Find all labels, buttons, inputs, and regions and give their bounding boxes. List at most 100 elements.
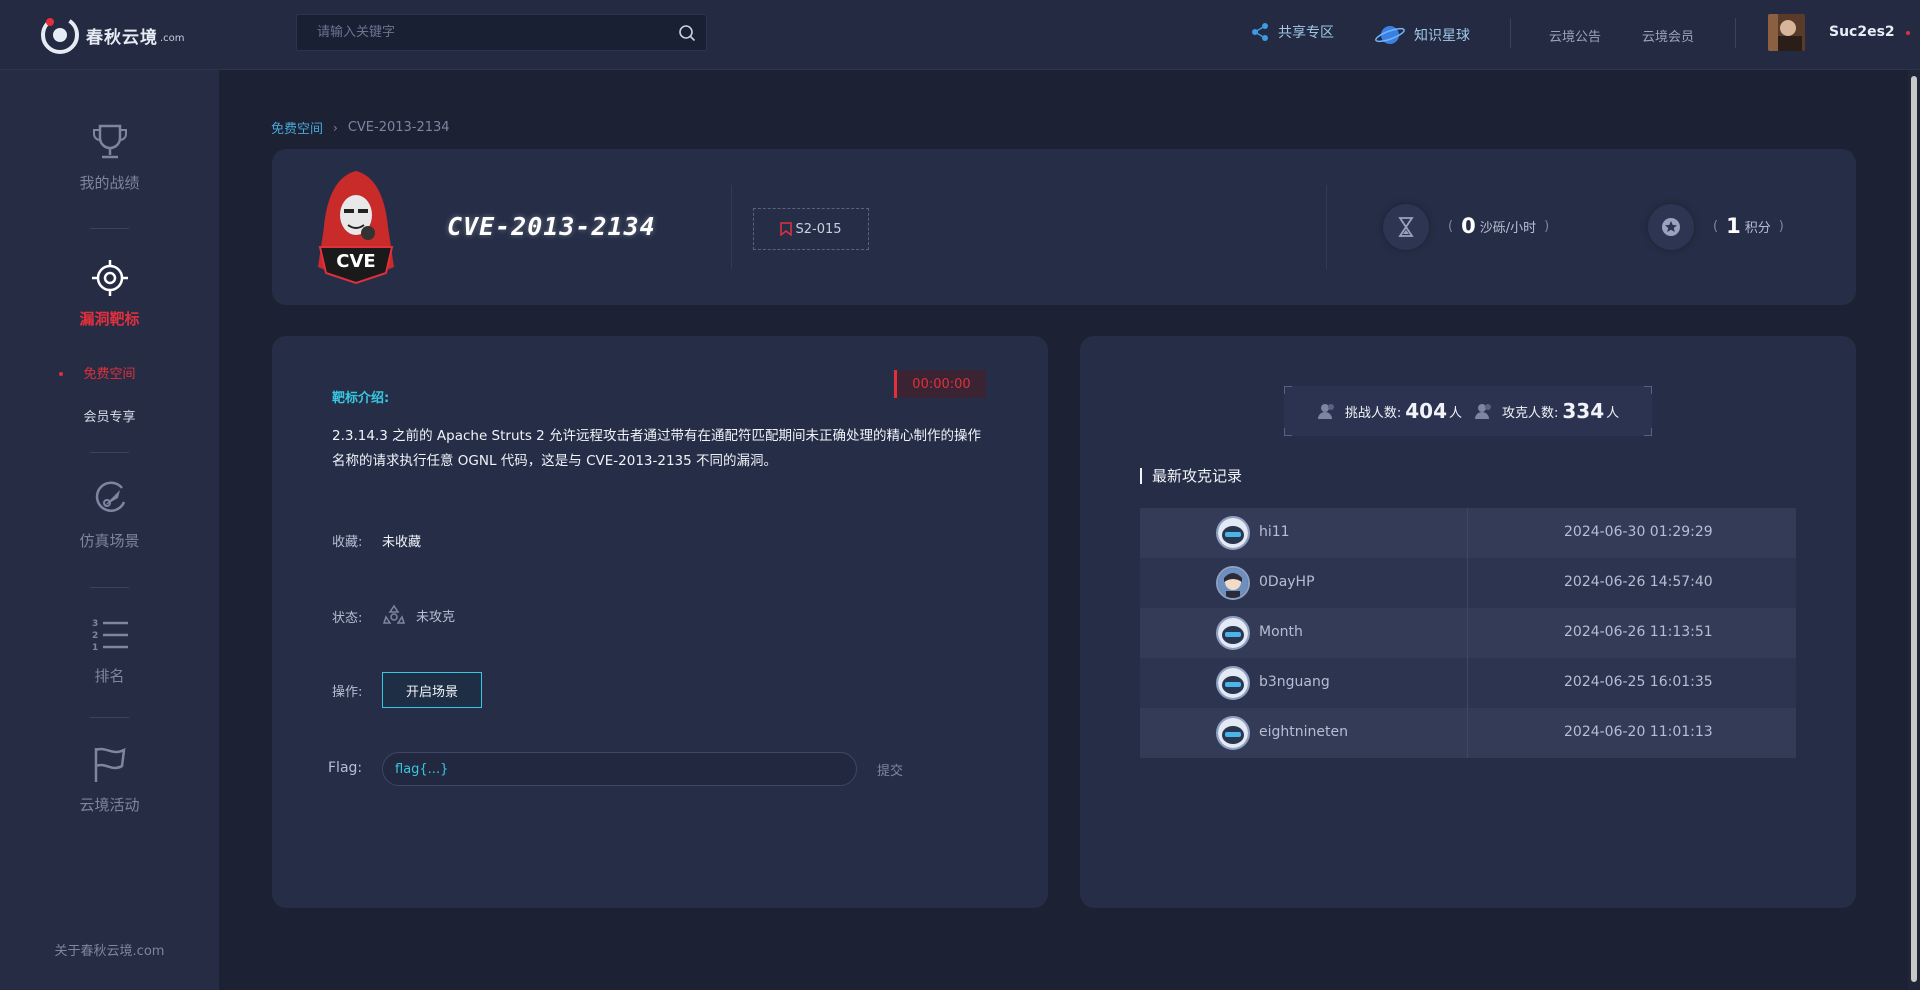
flag-input[interactable] — [382, 752, 857, 786]
hourglass-icon — [1398, 217, 1414, 237]
sidebar-item-events[interactable]: 云境活动 — [0, 744, 219, 815]
intro-label: 靶标介绍: — [332, 391, 390, 406]
planet-icon — [1375, 26, 1405, 44]
header-card-divider — [731, 185, 732, 269]
table-row[interactable]: b3nguang 2024-06-25 16:01:35 — [1140, 658, 1796, 708]
table-row[interactable]: 0DayHP 2024-06-26 14:57:40 — [1140, 558, 1796, 608]
challengers-value: 404 — [1405, 399, 1447, 423]
search-input[interactable] — [297, 15, 706, 50]
sub-label-member-only: 会员专享 — [83, 410, 136, 425]
paren-open: ( — [1713, 218, 1719, 234]
records-title: 最新攻克记录 — [1140, 468, 1242, 484]
avatar — [1216, 616, 1250, 650]
paren-close: ) — [1778, 218, 1784, 234]
conquerors-label: 攻克人数: — [1502, 405, 1559, 421]
recycle-icon — [382, 604, 406, 624]
records-table: hi11 2024-06-30 01:29:29 0DayHP 2024-06-… — [1140, 508, 1796, 758]
username[interactable]: Suc2es2 — [1829, 24, 1895, 40]
target-title: CVE-2013-2134 — [447, 212, 656, 241]
target-tag-label: S2-015 — [795, 221, 842, 237]
column-divider — [1467, 558, 1468, 608]
scrollbar-thumb[interactable] — [1911, 76, 1917, 982]
ranking-list-icon: 3 2 1 — [92, 619, 128, 653]
sand-stat-badge — [1383, 204, 1429, 250]
record-time: 2024-06-20 11:01:13 — [1564, 724, 1713, 740]
sidebar-footer-about[interactable]: 关于春秋云境.com — [0, 940, 219, 959]
start-scene-button[interactable]: 开启场景 — [382, 672, 482, 708]
sidebar-item-records[interactable]: 我的战绩 — [0, 122, 219, 193]
record-time: 2024-06-25 16:01:35 — [1564, 674, 1713, 690]
avatar — [1216, 566, 1250, 600]
target-icon — [91, 260, 128, 296]
sidebar-sub-free-space[interactable]: 免费空间 — [0, 363, 219, 382]
sand-stat: ( 0 沙砾/小时 ) — [1440, 214, 1557, 238]
robot-avatar-icon — [1218, 668, 1248, 698]
sand-value: 0 — [1461, 214, 1476, 238]
target-header-card: CVE CVE-2013-2134 S2-015 ( 0 沙砾/小时 ) ( 1… — [272, 149, 1856, 305]
target-tag: S2-015 — [753, 208, 869, 250]
nav-knowledge-planet[interactable]: 知识星球 — [1374, 22, 1470, 48]
notification-dot — [1906, 31, 1910, 35]
robot-avatar-icon — [1218, 718, 1248, 748]
action-label: 操作: — [332, 685, 363, 700]
nav-knowledge-label: 知识星球 — [1414, 28, 1470, 44]
cve-hacker-logo: CVE — [318, 171, 394, 285]
nav-member[interactable]: 云境会员 — [1642, 26, 1694, 45]
user-avatar[interactable] — [1768, 14, 1805, 51]
record-username: eightnineten — [1259, 724, 1348, 740]
rocket-icon — [95, 481, 125, 512]
paren-open: ( — [1448, 218, 1454, 234]
table-row[interactable]: hi11 2024-06-30 01:29:29 — [1140, 508, 1796, 558]
svg-text:CVE: CVE — [336, 251, 375, 272]
bookmark-icon — [780, 222, 793, 236]
challengers-label: 挑战人数: — [1344, 405, 1402, 421]
avatar — [1216, 516, 1250, 550]
table-row[interactable]: eightnineten 2024-06-20 11:01:13 — [1140, 708, 1796, 758]
flag-submit-button[interactable]: 提交 — [877, 760, 903, 779]
sidebar-sub-member-only[interactable]: 会员专享 — [0, 406, 219, 425]
logo-icon — [41, 16, 79, 54]
breadcrumb-free-space[interactable]: 免费空间 — [271, 118, 323, 137]
sidebar-item-vuln-targets[interactable]: 漏洞靶标 — [0, 258, 219, 329]
nav-share-zone[interactable]: 共享专区 — [1250, 22, 1334, 42]
score-stat-badge — [1648, 204, 1694, 250]
search-box — [296, 14, 707, 51]
svg-text:1: 1 — [92, 643, 98, 653]
svg-text:3: 3 — [92, 619, 98, 629]
corner-decoration — [1644, 386, 1652, 394]
conquerors-unit: 人 — [1606, 405, 1620, 421]
corner-decoration — [1644, 428, 1652, 436]
share-icon — [1252, 23, 1268, 41]
sidebar-item-simulation[interactable]: 仿真场景 — [0, 480, 219, 551]
top-header: 春秋云境 .com 共享专区 知识星球 云境公告 云境会员 — [0, 0, 1920, 70]
users-icon — [1475, 404, 1491, 419]
sidebar-item-ranking[interactable]: 3 2 1 排名 — [0, 615, 219, 686]
paren-close: ) — [1544, 218, 1550, 234]
favorite-value[interactable]: 未收藏 — [382, 531, 421, 550]
sidebar-label-events: 云境活动 — [79, 796, 140, 814]
logo-text: 春秋云境 — [86, 27, 158, 48]
search-icon[interactable] — [678, 24, 696, 42]
table-row[interactable]: Month 2024-06-26 11:13:51 — [1140, 608, 1796, 658]
score-stat: ( 1 积分 ) — [1705, 214, 1792, 238]
breadcrumb-separator-icon: › — [333, 120, 338, 135]
column-divider — [1467, 608, 1468, 658]
trophy-icon — [92, 124, 127, 159]
sidebar-label-ranking: 排名 — [94, 667, 125, 685]
anime-avatar-icon — [1218, 568, 1248, 598]
favorite-label: 收藏: — [332, 535, 363, 550]
challenge-counter: 挑战人数: 404 人 攻克人数: 334 人 — [1284, 386, 1652, 436]
flag-icon — [94, 747, 126, 782]
corner-decoration — [1284, 386, 1292, 394]
challengers-unit: 人 — [1448, 405, 1462, 421]
target-detail-card: 靶标介绍: 00:00:00 2.3.14.3 之前的 Apache Strut… — [272, 336, 1048, 908]
sand-unit: 沙砾/小时 — [1479, 220, 1537, 236]
record-time: 2024-06-30 01:29:29 — [1564, 524, 1713, 540]
column-divider — [1467, 708, 1468, 758]
site-logo[interactable]: 春秋云境 .com — [38, 12, 185, 58]
sidebar-label-vuln-targets: 漏洞靶标 — [79, 310, 140, 328]
sidebar-label-simulation: 仿真场景 — [79, 532, 140, 550]
nav-notice[interactable]: 云境公告 — [1549, 26, 1601, 45]
avatar — [1216, 666, 1250, 700]
header-divider — [1735, 18, 1736, 48]
